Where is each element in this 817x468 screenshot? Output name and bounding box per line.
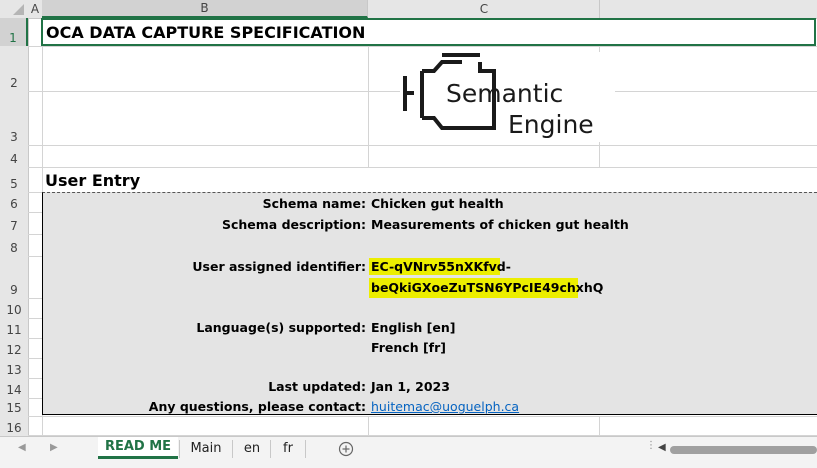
tab-divider bbox=[305, 440, 306, 458]
gridline bbox=[28, 192, 42, 193]
row-header-7[interactable]: 7 bbox=[0, 212, 28, 234]
row-header-16[interactable]: 16 bbox=[0, 416, 28, 436]
row-header-1[interactable]: 1 bbox=[0, 18, 28, 46]
tab-divider bbox=[179, 440, 180, 458]
select-all-corner[interactable] bbox=[0, 0, 29, 18]
scroll-tabs-left-icon[interactable]: ◀ bbox=[18, 442, 26, 453]
tab-fr[interactable]: fr bbox=[272, 437, 304, 459]
column-header-a[interactable]: A bbox=[28, 0, 43, 18]
language-english[interactable]: English [en] bbox=[371, 320, 455, 335]
schema-name-value[interactable]: Chicken gut health bbox=[371, 196, 504, 211]
tab-main[interactable]: Main bbox=[181, 437, 231, 459]
scroll-tabs-right-icon[interactable]: ▶ bbox=[50, 442, 58, 453]
languages-label: Language(s) supported: bbox=[196, 320, 366, 335]
identifier-value-line-1[interactable]: EC-qVNrv55nXKfvd- bbox=[371, 259, 511, 274]
gridline bbox=[28, 46, 817, 47]
gridline bbox=[368, 47, 369, 167]
tab-divider bbox=[232, 440, 233, 458]
scroll-left-icon[interactable]: ◀ bbox=[658, 442, 666, 453]
row-header-2[interactable]: 2 bbox=[0, 46, 28, 91]
contact-email-link[interactable]: huitemac@uoguelph.ca bbox=[371, 399, 519, 414]
title-cell[interactable]: OCA DATA CAPTURE SPECIFICATION bbox=[41, 18, 816, 46]
gridline bbox=[28, 338, 42, 339]
gridline bbox=[28, 298, 42, 299]
gridline bbox=[28, 358, 42, 359]
row-header-13[interactable]: 13 bbox=[0, 358, 28, 378]
row-header-8[interactable]: 8 bbox=[0, 234, 28, 256]
logo-text-engine: Engine bbox=[508, 110, 594, 139]
tab-read-me[interactable]: READ ME bbox=[98, 437, 178, 459]
tab-divider bbox=[270, 440, 271, 458]
logo-text-semantic: Semantic bbox=[446, 79, 564, 108]
gridline bbox=[28, 212, 42, 213]
row-header-12[interactable]: 12 bbox=[0, 338, 28, 358]
gridline bbox=[28, 167, 817, 168]
tab-split-handle[interactable]: ⋮ bbox=[646, 441, 656, 457]
gridline bbox=[28, 256, 42, 257]
row-header-5[interactable]: 5 bbox=[0, 167, 28, 192]
language-french[interactable]: French [fr] bbox=[371, 340, 446, 355]
row-header-9[interactable]: 9 bbox=[0, 256, 28, 298]
column-header-b[interactable]: B bbox=[42, 0, 368, 18]
tab-en[interactable]: en bbox=[234, 437, 270, 459]
page-title: OCA DATA CAPTURE SPECIFICATION bbox=[46, 23, 366, 42]
last-updated-value[interactable]: Jan 1, 2023 bbox=[371, 379, 450, 394]
schema-description-value[interactable]: Measurements of chicken gut health bbox=[371, 217, 629, 232]
row-header-14[interactable]: 14 bbox=[0, 378, 28, 398]
row-header-3[interactable]: 3 bbox=[0, 91, 28, 145]
section-heading: User Entry bbox=[45, 171, 141, 190]
row-header-4[interactable]: 4 bbox=[0, 145, 28, 167]
schema-description-label: Schema description: bbox=[221, 217, 366, 232]
gridline bbox=[28, 318, 42, 319]
schema-name-label: Schema name: bbox=[262, 196, 366, 211]
contact-label: Any questions, please contact: bbox=[148, 399, 366, 414]
row-header-10[interactable]: 10 bbox=[0, 298, 28, 318]
gridline bbox=[28, 145, 817, 146]
identifier-label: User assigned identifier: bbox=[192, 259, 366, 274]
last-updated-label: Last updated: bbox=[268, 379, 366, 394]
gridline bbox=[599, 417, 600, 436]
gridline bbox=[28, 416, 817, 417]
gridline bbox=[28, 398, 42, 399]
column-header-d[interactable] bbox=[600, 0, 817, 18]
horizontal-scrollbar-thumb[interactable] bbox=[670, 446, 817, 454]
column-header-c[interactable]: C bbox=[369, 0, 600, 18]
gridline bbox=[28, 234, 42, 235]
identifier-value-line-2[interactable]: beQkiGXoeZuTSN6YPcIE49chxhQ bbox=[371, 280, 603, 295]
row-header-11[interactable]: 11 bbox=[0, 318, 28, 338]
gridline bbox=[368, 417, 369, 436]
row-header-6[interactable]: 6 bbox=[0, 192, 28, 212]
row-header-15[interactable]: 15 bbox=[0, 398, 28, 416]
semantic-engine-logo: Semantic Engine bbox=[400, 52, 615, 142]
gridline bbox=[28, 378, 42, 379]
add-sheet-icon[interactable] bbox=[338, 441, 354, 457]
